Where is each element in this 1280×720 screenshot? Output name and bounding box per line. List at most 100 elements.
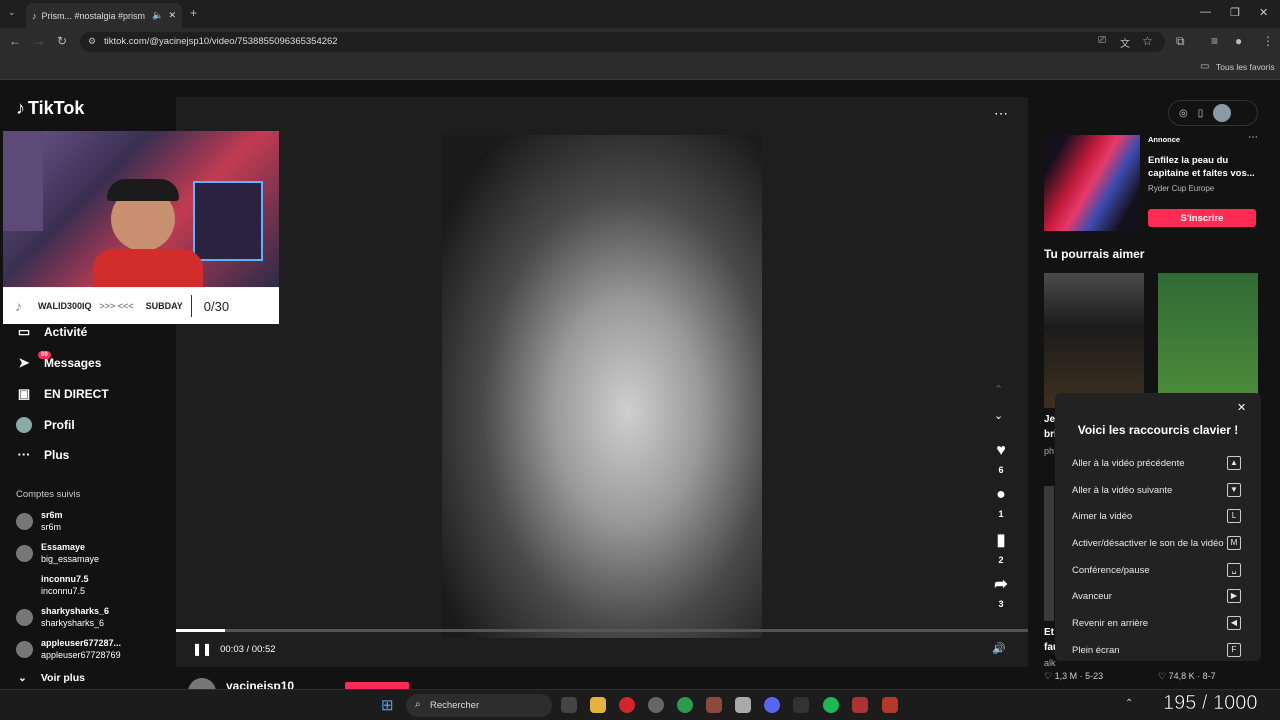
- followed-account[interactable]: sharkysharks_6 sharkysharks_6: [16, 605, 109, 629]
- more-options-icon[interactable]: ⋯: [994, 105, 1008, 122]
- install-app-icon[interactable]: ⎚: [1098, 35, 1106, 46]
- compass-icon[interactable]: ◎: [1179, 108, 1188, 119]
- app-icon[interactable]: [882, 697, 898, 713]
- nav-activite[interactable]: ▭ Activité: [16, 324, 88, 340]
- video-player[interactable]: ⋯ ⌃ ⌄ ♥ 6 ● 1 ▮ 2 ➦ 3 ❚❚ 00:03 / 00:52 🔊: [176, 97, 1028, 667]
- phone-icon[interactable]: ▯: [1198, 108, 1204, 119]
- close-window-icon[interactable]: ✕: [1259, 6, 1268, 19]
- ad-image[interactable]: [1044, 135, 1140, 231]
- room-screen: [193, 181, 263, 261]
- followed-account[interactable]: inconnu7.5 inconnu7.5: [16, 573, 89, 597]
- user-avatar[interactable]: [1213, 104, 1232, 122]
- taskbar-search[interactable]: ⌕ Rechercher: [406, 694, 552, 717]
- app-icon[interactable]: [793, 697, 809, 713]
- nav-label: Activité: [44, 325, 88, 339]
- opera-icon[interactable]: [619, 697, 635, 713]
- suggestions-title: Tu pourrais aimer: [1044, 247, 1145, 261]
- next-video-icon[interactable]: ⌄: [994, 409, 1003, 422]
- tab-list-icon[interactable]: ⌄: [8, 7, 16, 18]
- previous-video-icon[interactable]: ⌃: [994, 383, 1003, 396]
- browser-tab[interactable]: ♪ Prism... #nostalgia #prism 🔈 ✕: [26, 3, 182, 28]
- app-icon[interactable]: [706, 697, 722, 713]
- media-control-icon[interactable]: ≡: [1211, 34, 1218, 48]
- nav-messages[interactable]: ➤ 60 Messages: [16, 351, 101, 371]
- nav-plus[interactable]: ··· Plus: [16, 447, 70, 462]
- like-count: 6: [998, 465, 1004, 475]
- banner-tag: SUBDAY: [145, 301, 183, 311]
- progress-bar[interactable]: [176, 629, 1028, 632]
- bookmark-star-icon[interactable]: ☆: [1142, 34, 1153, 48]
- comment-count: 1: [998, 509, 1004, 519]
- shortcut-key: L: [1227, 509, 1241, 523]
- translate-icon[interactable]: 文: [1120, 35, 1130, 50]
- ad-signup-button[interactable]: S'inscrire: [1148, 209, 1256, 227]
- app-icon[interactable]: [648, 697, 664, 713]
- ad-more-icon[interactable]: ⋯: [1248, 132, 1258, 143]
- browser-tab-bar: ⌄ ♪ Prism... #nostalgia #prism 🔈 ✕ + — ❐…: [0, 0, 1280, 28]
- shortcut-label: Aimer la vidéo: [1072, 511, 1133, 522]
- chrome-icon[interactable]: [677, 697, 693, 713]
- folder-icon: ▭: [1200, 61, 1210, 72]
- url-field[interactable]: ⚙ tiktok.com/@yacinejsp10/video/75388550…: [80, 32, 1165, 52]
- shortcut-row: Aller à la vidéo suivante ▼: [1072, 483, 1252, 497]
- suggestion-thumbnail[interactable]: [1158, 273, 1258, 395]
- tiktok-logo[interactable]: ♪ TikTok: [16, 98, 84, 119]
- profile-avatar-icon[interactable]: ●: [1235, 34, 1242, 48]
- comment-button[interactable]: ● 1: [990, 486, 1012, 519]
- minimize-icon[interactable]: —: [1200, 6, 1211, 18]
- video-time: 00:03 / 00:52: [220, 643, 276, 655]
- shortcut-key: ␣: [1227, 563, 1241, 577]
- address-bar-row: ← → ↻ ⚙ tiktok.com/@yacinejsp10/video/75…: [0, 28, 1280, 56]
- followed-account[interactable]: appleuser677287... appleuser67728769: [16, 637, 121, 661]
- back-icon[interactable]: ←: [9, 34, 21, 48]
- comment-icon: ●: [996, 486, 1006, 503]
- speaker-icon[interactable]: 🔈: [152, 10, 163, 21]
- site-info-icon[interactable]: ⚙: [88, 36, 96, 47]
- shortcuts-title: Voici les raccourcis clavier !: [1077, 423, 1239, 437]
- account-name: sharkysharks_6: [41, 606, 110, 616]
- spotify-icon[interactable]: [823, 697, 839, 713]
- ad-card[interactable]: Annonce ⋯ Enfilez la peau du capitaine e…: [1044, 132, 1260, 231]
- suggestion-thumbnail[interactable]: [1044, 486, 1054, 621]
- avatar: [16, 544, 33, 562]
- like-button[interactable]: ♥ 6: [990, 442, 1012, 475]
- browser-menu-icon[interactable]: ⋮: [1262, 34, 1274, 48]
- app-icon[interactable]: [735, 697, 751, 713]
- see-more-button[interactable]: ⌄ Voir plus: [18, 672, 85, 684]
- pause-icon[interactable]: ❚❚: [192, 642, 212, 656]
- ad-title: Enfilez la peau du capitaine et faites v…: [1148, 155, 1255, 179]
- app-icon[interactable]: [852, 697, 868, 713]
- task-view-icon[interactable]: [561, 697, 577, 713]
- followed-account[interactable]: Essamaye big_essamaye: [16, 541, 99, 565]
- logo-text: TikTok: [28, 98, 85, 118]
- reload-icon[interactable]: ↻: [57, 34, 67, 48]
- chevron-down-icon: ⌄: [18, 672, 27, 684]
- new-tab-icon[interactable]: +: [190, 6, 197, 20]
- close-tab-icon[interactable]: ✕: [168, 10, 176, 21]
- nav-en-direct[interactable]: ▣ EN DIRECT: [16, 386, 109, 402]
- following-title: Comptes suivis: [16, 489, 81, 500]
- shortcut-label: Activer/désactiver le son de la vidéo: [1072, 538, 1224, 549]
- save-button[interactable]: ▮ 2: [990, 530, 1012, 565]
- tray-chevron-icon[interactable]: ⌃: [1125, 698, 1133, 709]
- suggestion-thumbnail[interactable]: [1044, 273, 1144, 408]
- maximize-icon[interactable]: ❐: [1230, 6, 1240, 19]
- shortcut-label: Avanceur: [1072, 591, 1112, 602]
- file-explorer-icon[interactable]: [590, 697, 606, 713]
- all-bookmarks-link[interactable]: Tous les favoris: [1216, 62, 1275, 72]
- forward-icon[interactable]: →: [33, 34, 45, 48]
- account-name: Essamaye: [41, 542, 86, 552]
- shortcut-row: Plein écran F: [1072, 643, 1252, 657]
- close-icon[interactable]: ✕: [1237, 401, 1246, 414]
- volume-icon[interactable]: 🔊: [992, 642, 1006, 655]
- nav-profil[interactable]: Profil: [16, 417, 75, 433]
- followed-account[interactable]: sr6m sr6m: [16, 509, 63, 533]
- video-frame[interactable]: [442, 135, 762, 638]
- discord-icon[interactable]: [764, 697, 780, 713]
- shortcut-key: M: [1227, 536, 1241, 550]
- windows-start-icon[interactable]: ⊞: [381, 696, 394, 714]
- extensions-icon[interactable]: ⧉: [1176, 34, 1185, 49]
- bookmark-icon: ▮: [996, 532, 1006, 549]
- share-button[interactable]: ➦ 3: [990, 574, 1012, 609]
- suggestion-caption: Et: [1044, 627, 1054, 638]
